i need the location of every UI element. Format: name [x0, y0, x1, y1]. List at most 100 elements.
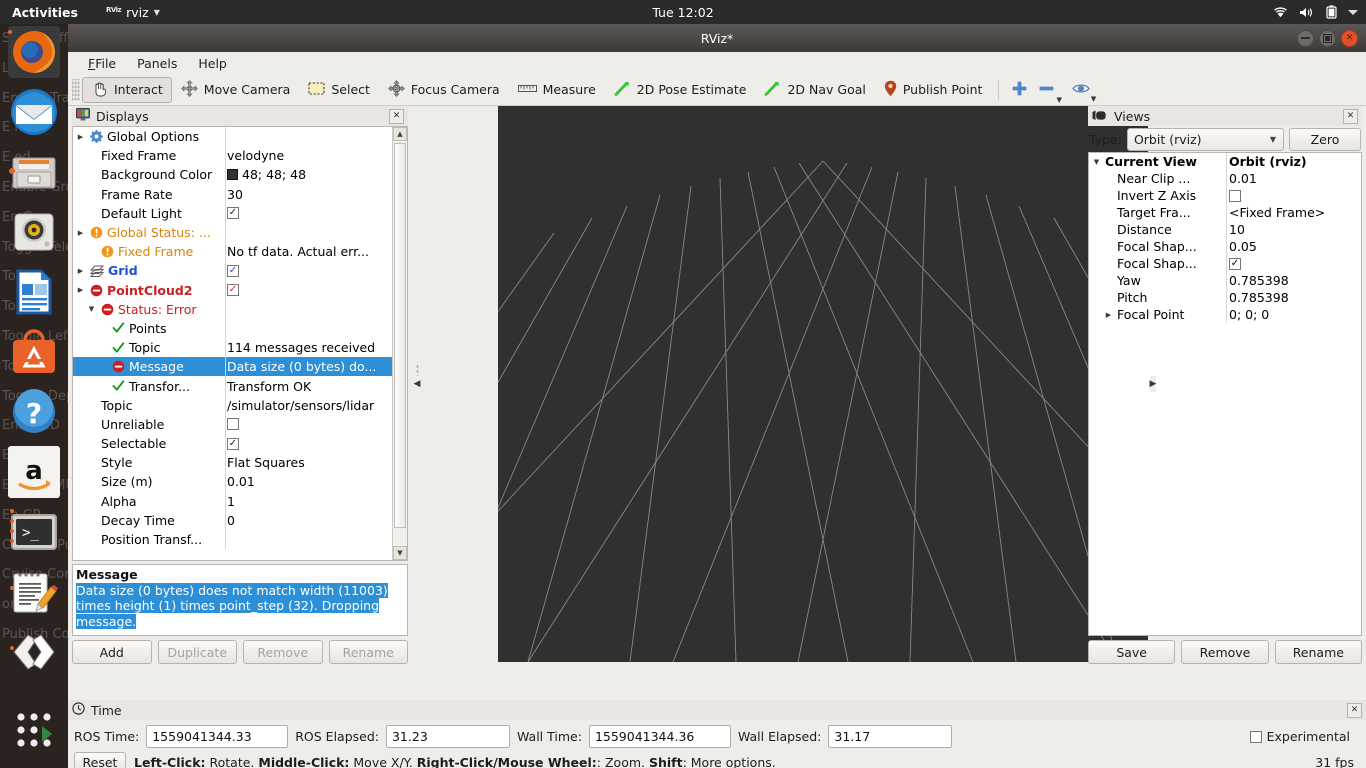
dock-item-help[interactable]: ?: [8, 386, 60, 438]
save-view-button[interactable]: Save: [1088, 640, 1176, 664]
menu-help[interactable]: Help: [188, 54, 237, 73]
display-row[interactable]: Style Flat Squares: [73, 453, 407, 473]
displays-scrollbar[interactable]: ▲ ▼: [392, 127, 407, 560]
display-row[interactable]: Default Light ✓: [73, 203, 407, 223]
dock-item-show-applications[interactable]: [8, 704, 60, 756]
display-row[interactable]: Message Data size (0 bytes) do...: [73, 357, 407, 377]
view-property-row[interactable]: Focal Shap... ✓: [1089, 255, 1361, 272]
display-row[interactable]: Unreliable: [73, 414, 407, 434]
tool-move-camera[interactable]: Move Camera: [172, 77, 300, 103]
dock-item-terminal[interactable]: >_: [8, 506, 60, 558]
tool-measure[interactable]: Measure: [509, 77, 605, 103]
dock-item-libreoffice-writer[interactable]: [8, 266, 60, 318]
dock-item-amazon[interactable]: a: [8, 446, 60, 498]
display-row[interactable]: Points: [73, 318, 407, 339]
display-row[interactable]: Selectable ✓: [73, 434, 407, 454]
toolbar-grip[interactable]: [72, 78, 80, 101]
window-controls[interactable]: ✕: [1297, 29, 1358, 47]
view-property-row[interactable]: Focal Shap... 0.05: [1089, 238, 1361, 255]
display-row[interactable]: Alpha 1: [73, 491, 407, 511]
display-row[interactable]: ▶ Global Status: ...: [73, 222, 407, 243]
expander-expand-icon[interactable]: ▶: [75, 286, 86, 294]
view-type-select[interactable]: Orbit (rviz) ▼: [1126, 127, 1284, 151]
add-display-button[interactable]: Add: [72, 640, 152, 664]
close-button[interactable]: ✕: [1341, 29, 1358, 47]
activities-button[interactable]: Activities: [12, 5, 78, 20]
zero-button[interactable]: Zero: [1289, 127, 1361, 151]
display-row[interactable]: Topic 114 messages received: [73, 338, 407, 358]
color-swatch[interactable]: [227, 169, 238, 181]
dock-item-thunderbird[interactable]: [8, 86, 60, 138]
dock-item-ubuntu-software[interactable]: [8, 326, 60, 378]
displays-tree[interactable]: ▶ Global Options Fixed Frame velodyne Backgr…: [72, 126, 408, 561]
display-row-checkbox[interactable]: ✓: [227, 207, 239, 220]
collapse-right-arrow-icon[interactable]: ▶: [1149, 376, 1157, 392]
ros-time-input[interactable]: 1559041344.33: [146, 725, 289, 748]
display-row[interactable]: Frame Rate 30: [73, 184, 407, 204]
expander-expand-icon[interactable]: ▶: [75, 229, 86, 237]
ros-elapsed-input[interactable]: 31.23: [385, 725, 510, 748]
display-row[interactable]: ▼ Status: Error: [73, 299, 407, 319]
menu-panels[interactable]: Panels: [127, 54, 187, 73]
display-row-checkbox[interactable]: ✓: [227, 284, 239, 297]
view-property-row[interactable]: Pitch 0.785398: [1089, 289, 1361, 306]
view-property-row[interactable]: Distance 10: [1089, 221, 1361, 238]
tool-properties-button[interactable]: ▼: [1067, 79, 1101, 103]
system-tray[interactable]: [1273, 5, 1358, 19]
view-property-row[interactable]: ▼ Current View Orbit (rviz): [1089, 153, 1361, 170]
remove-tool-button[interactable]: ▼: [1033, 78, 1066, 104]
display-row-checkbox[interactable]: ✓: [227, 437, 239, 450]
tool-publish-point[interactable]: Publish Point: [875, 77, 992, 103]
view-property-row[interactable]: Invert Z Axis: [1089, 187, 1361, 204]
experimental-checkbox[interactable]: [1249, 730, 1262, 743]
scroll-down-arrow[interactable]: ▼: [393, 546, 407, 560]
remove-display-button[interactable]: Remove: [243, 640, 323, 664]
views-tree[interactable]: ▼ Current View Orbit (rviz) Near Clip ... 0.…: [1088, 152, 1362, 636]
maximize-button[interactable]: [1319, 29, 1336, 47]
render-viewport-3d[interactable]: [498, 106, 1148, 662]
display-row[interactable]: Fixed Frame velodyne: [73, 146, 407, 166]
display-row[interactable]: Size (m) 0.01: [73, 472, 407, 492]
tool-select[interactable]: Select: [299, 77, 379, 103]
left-splitter[interactable]: ◀: [412, 106, 422, 662]
expander-expand-icon[interactable]: ▶: [75, 267, 86, 275]
view-property-checkbox[interactable]: ✓: [1229, 257, 1241, 270]
display-row[interactable]: Decay Time 0: [73, 510, 407, 530]
display-row-checkbox[interactable]: ✓: [227, 264, 239, 277]
tool-interact[interactable]: Interact: [82, 76, 172, 103]
wall-time-input[interactable]: 1559041344.36: [588, 725, 731, 748]
reset-button[interactable]: Reset: [74, 752, 126, 768]
close-icon[interactable]: ✕: [389, 108, 404, 124]
duplicate-display-button[interactable]: Duplicate: [157, 640, 237, 664]
app-menu[interactable]: RViz rviz ▼: [106, 5, 160, 20]
display-row[interactable]: Position Transf...: [73, 529, 407, 550]
view-property-checkbox[interactable]: [1229, 189, 1241, 202]
close-icon[interactable]: ✕: [1343, 108, 1358, 124]
view-property-row[interactable]: ▶ Focal Point 0; 0; 0: [1089, 306, 1361, 323]
wall-elapsed-input[interactable]: 31.17: [828, 725, 953, 748]
message-box-text[interactable]: Data size (0 bytes) does not match width…: [76, 582, 388, 629]
experimental-toggle[interactable]: Experimental: [1249, 729, 1360, 744]
display-row[interactable]: ▶ Grid ✓: [73, 261, 407, 281]
display-row-checkbox[interactable]: [227, 418, 239, 431]
add-tool-button[interactable]: [1006, 78, 1033, 102]
view-property-row[interactable]: Near Clip ... 0.01: [1089, 170, 1361, 187]
expander-expand-icon[interactable]: ▶: [75, 133, 86, 141]
display-row[interactable]: ▶ Global Options: [73, 127, 407, 147]
menu-file[interactable]: FFile: [78, 54, 126, 73]
display-row[interactable]: ▶ PointCloud2 ✓: [73, 280, 407, 300]
tool-2d-pose-estimate[interactable]: 2D Pose Estimate: [605, 77, 756, 103]
scrollbar-thumb[interactable]: [394, 143, 406, 528]
dock-item-rhythmbox[interactable]: [8, 206, 60, 258]
dock-item-unity[interactable]: [8, 626, 60, 678]
display-row[interactable]: Fixed Frame No tf data. Actual err...: [73, 242, 407, 262]
view-property-row[interactable]: Yaw 0.785398: [1089, 272, 1361, 289]
dock-item-files[interactable]: [8, 146, 60, 198]
expander-expand-icon[interactable]: ▶: [1103, 311, 1114, 319]
remove-view-button[interactable]: Remove: [1181, 640, 1269, 664]
tool-focus-camera[interactable]: Focus Camera: [379, 77, 509, 103]
minimize-button[interactable]: [1297, 29, 1314, 47]
view-property-row[interactable]: Target Fra... <Fixed Frame>: [1089, 204, 1361, 221]
expander-collapse-icon[interactable]: ▼: [1091, 158, 1102, 166]
display-row[interactable]: Topic/simulator/sensors/lidar: [73, 395, 407, 415]
